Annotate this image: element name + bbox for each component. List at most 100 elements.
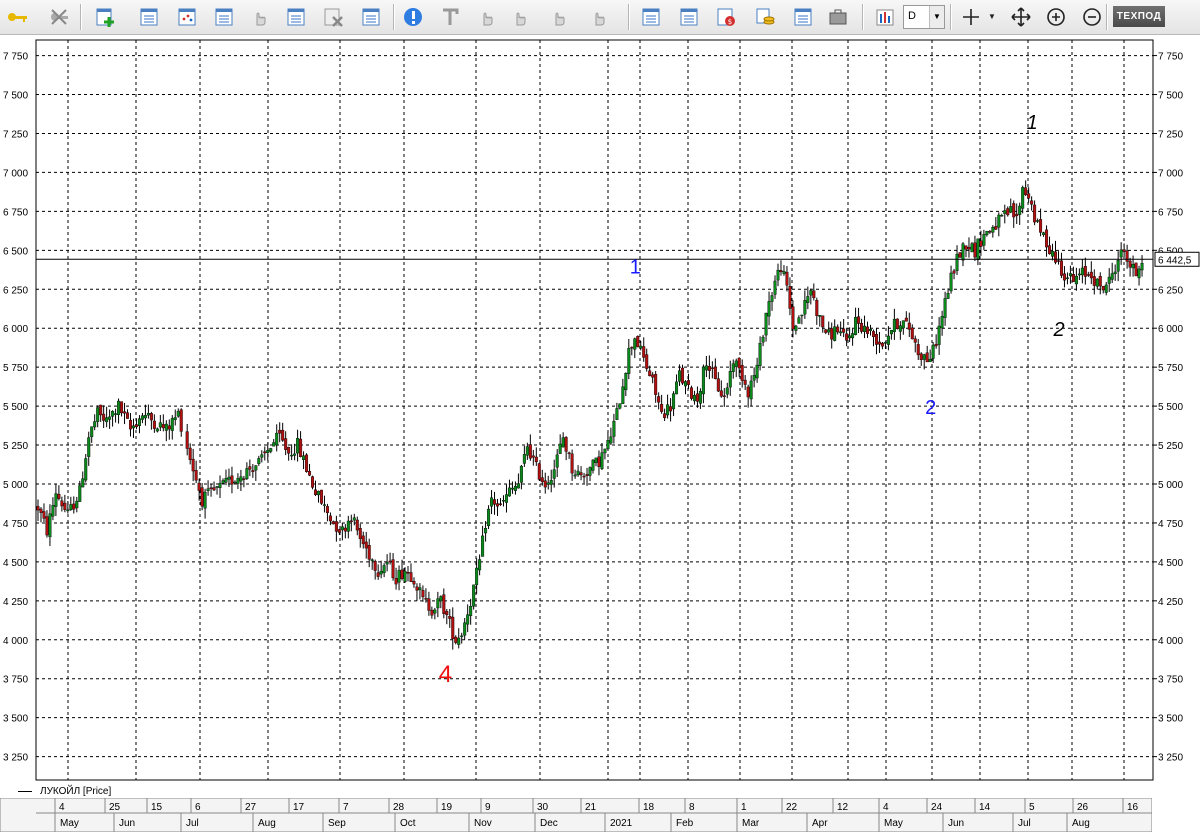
- briefcase-button[interactable]: [825, 4, 850, 29]
- zoom-in-button[interactable]: [1043, 4, 1068, 29]
- candle-body: [460, 635, 464, 638]
- crosshair-dropdown-icon[interactable]: ▼: [988, 12, 996, 21]
- candle-body: [764, 312, 768, 336]
- new-table-icon: [96, 8, 114, 27]
- chevron-down-icon[interactable]: ▼: [929, 6, 944, 28]
- candle-body: [600, 452, 604, 470]
- candle-body: [1009, 206, 1013, 213]
- candle-body: [994, 226, 998, 230]
- candle-body: [740, 365, 744, 381]
- graph-window-button[interactable]: [136, 4, 161, 29]
- candle-body: [1134, 262, 1138, 277]
- date-day-label: 19: [441, 802, 453, 813]
- legend-line: [18, 790, 32, 792]
- quotes-table-button[interactable]: [211, 4, 236, 29]
- candle-body: [654, 373, 658, 395]
- hand-cross-button[interactable]: [507, 4, 532, 29]
- keys-button[interactable]: [4, 4, 29, 29]
- toolbar-separator: [628, 4, 630, 30]
- candle-body: [678, 370, 682, 382]
- candle-body: [1095, 278, 1099, 287]
- period-select[interactable]: D ▼: [903, 5, 945, 29]
- candle-body: [316, 490, 320, 496]
- candle-body: [161, 424, 165, 429]
- techpod-button[interactable]: ТЕХПОД: [1113, 6, 1165, 27]
- candle-body: [45, 516, 49, 536]
- alert-button[interactable]: [400, 4, 425, 29]
- candle-body: [854, 317, 858, 335]
- trade-table-button[interactable]: [638, 4, 663, 29]
- candle-body: [952, 270, 956, 274]
- candle-body: [496, 503, 500, 507]
- date-day-label: 4: [883, 802, 889, 813]
- candle-body: [576, 470, 580, 476]
- candle-body: [102, 413, 106, 421]
- hand-money-button[interactable]: [586, 4, 611, 29]
- candle-body: [272, 442, 276, 447]
- candle-body: [448, 615, 452, 619]
- candle-body: [519, 465, 523, 483]
- toolbar-separator: [862, 4, 864, 30]
- hand-double-button[interactable]: [546, 4, 571, 29]
- money-table-button[interactable]: $: [713, 4, 738, 29]
- date-month-label: Jul: [186, 818, 199, 829]
- candle-body: [266, 449, 270, 454]
- crosshair-button[interactable]: [958, 4, 983, 29]
- candle-body: [236, 478, 240, 484]
- candle-body: [60, 500, 64, 507]
- y-tick-label-left: 3 500: [3, 714, 28, 725]
- cancel-orders-button[interactable]: [320, 4, 345, 29]
- candle-body: [245, 468, 249, 479]
- candle-body: [397, 570, 401, 583]
- search-table-button[interactable]: [283, 4, 308, 29]
- text-tool-icon: [442, 8, 458, 25]
- candle-body: [269, 448, 273, 452]
- candle-body: [1021, 187, 1025, 209]
- candle-body: [698, 391, 702, 404]
- zoom-in-icon: [1046, 7, 1065, 26]
- text-tool-button[interactable]: [437, 4, 462, 29]
- chart-legend: ЛУКОЙЛ [Price]: [18, 784, 111, 798]
- date-day-label: 21: [585, 802, 597, 813]
- portfolio-button[interactable]: [358, 4, 383, 29]
- handshake-button[interactable]: [247, 4, 272, 29]
- candle-body: [197, 482, 201, 491]
- candle-body: [75, 500, 79, 509]
- candle-body: [218, 483, 222, 488]
- candle-body: [839, 331, 843, 334]
- date-axis[interactable]: 4 25 15 6 27 17 7 28 19 9 30 21 18 8 1 22 12 4 24 14 5 26 16 Ma…: [0, 798, 1152, 832]
- price-chart[interactable]: 3 250 3 250 3 500 3 500 3 750 3 750 4 000 4 000…: [0, 34, 1200, 784]
- disconnect-button[interactable]: [46, 4, 71, 29]
- coins-button[interactable]: [752, 4, 777, 29]
- candle-body: [573, 474, 577, 477]
- chart-button[interactable]: [174, 4, 199, 29]
- date-day-label: 28: [393, 802, 405, 813]
- candle-body: [701, 366, 705, 395]
- candle-body: [561, 437, 565, 448]
- date-day-label: 1: [741, 802, 747, 813]
- candles-chart-button[interactable]: [872, 4, 897, 29]
- candle-body: [424, 597, 428, 600]
- hand-cross-icon: [516, 12, 525, 25]
- coins-icon: [756, 8, 774, 24]
- candle-body: [117, 400, 121, 415]
- candle-body: [421, 590, 425, 598]
- reports-button[interactable]: [790, 4, 815, 29]
- new-table-button[interactable]: [92, 4, 117, 29]
- hand-up-button[interactable]: [474, 4, 499, 29]
- candle-body: [66, 509, 70, 512]
- candle-body: [167, 425, 171, 430]
- y-tick-label-right: 4 250: [1158, 597, 1183, 608]
- candle-body: [96, 407, 100, 422]
- move-button[interactable]: [1008, 4, 1033, 29]
- candle-body: [836, 326, 840, 333]
- zoom-out-button[interactable]: [1079, 4, 1104, 29]
- candle-body: [504, 494, 508, 503]
- alert-icon: [403, 7, 422, 26]
- candle-body: [737, 357, 741, 369]
- candle-body: [901, 320, 905, 329]
- order-table-button[interactable]: [676, 4, 701, 29]
- candle-body: [1110, 273, 1114, 280]
- candle-body: [263, 451, 267, 454]
- candle-body: [928, 358, 932, 363]
